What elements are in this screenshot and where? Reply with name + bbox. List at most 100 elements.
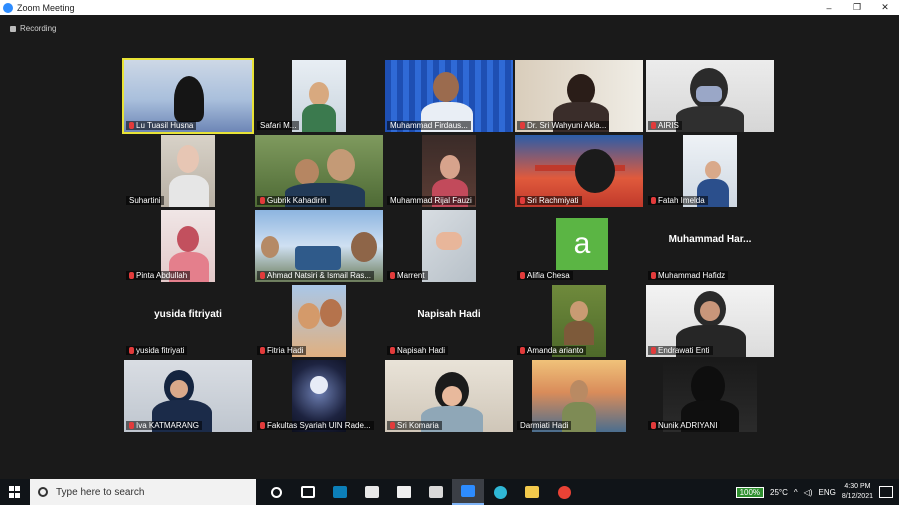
camera-button[interactable] (420, 479, 452, 505)
participant-name: Alifia Chesa (517, 271, 573, 280)
recording-bar: Recording (0, 15, 899, 43)
participant-tile[interactable]: a Alifia Chesa (515, 210, 643, 282)
taskbar-apps (260, 479, 580, 505)
mail-icon (365, 486, 379, 498)
volume-icon[interactable]: ◁) (804, 488, 813, 497)
participant-name: Ahmad Natsiri & Ismail Ras... (257, 271, 375, 280)
search-placeholder: Type here to search (56, 486, 145, 498)
participant-name: Fitria Hadi (257, 346, 307, 355)
participant-tile[interactable]: Muhammad Rijal Fauzi (385, 135, 513, 207)
recording-label: Recording (20, 24, 57, 33)
clock-time: 4:30 PM (844, 483, 871, 490)
participant-tile[interactable]: Lu Tuasil Husna (122, 58, 254, 134)
participant-name: Sri Komaria (387, 421, 442, 430)
participant-tile[interactable]: Fatah Imelda (646, 135, 774, 207)
participant-tile[interactable]: Gubrik Kahadirin (255, 135, 383, 207)
mic-muted-icon (651, 272, 656, 279)
weather-temp[interactable]: 25°C (770, 488, 788, 497)
minimize-button[interactable]: – (815, 0, 843, 15)
participant-display-name: Napisah Hadi (417, 309, 481, 320)
video-feed (422, 210, 476, 282)
battery-indicator[interactable]: 100% (735, 486, 765, 498)
participant-tile[interactable]: Napisah Hadi Napisah Hadi (385, 285, 513, 357)
cortana-icon (270, 486, 282, 498)
chevron-up-icon[interactable]: ^ (794, 488, 798, 497)
participant-tile[interactable]: Pinta Abdullah (124, 210, 252, 282)
start-button[interactable] (0, 479, 30, 505)
store-button[interactable] (388, 479, 420, 505)
mic-muted-icon (651, 197, 656, 204)
mic-muted-icon (260, 347, 265, 354)
chrome-button[interactable] (548, 479, 580, 505)
participant-tile[interactable]: Iva KATMARANG (124, 360, 252, 432)
task-view-button[interactable] (292, 479, 324, 505)
language-indicator[interactable]: ENG (819, 488, 836, 497)
video-feed (292, 60, 346, 132)
participant-tile[interactable]: Darmiati Hadi (515, 360, 643, 432)
participant-name: Nunik ADRIYANI (648, 421, 721, 430)
video-feed (161, 135, 215, 207)
mic-muted-icon (520, 122, 525, 129)
app-l-icon (333, 486, 347, 498)
participant-tile[interactable]: yusida fitriyati yusida fitriyati (124, 285, 252, 357)
mic-muted-icon (260, 272, 265, 279)
edge-button[interactable] (484, 479, 516, 505)
notification-icon[interactable] (879, 486, 893, 498)
participant-tile[interactable]: Amanda arianto (515, 285, 643, 357)
mic-muted-icon (129, 347, 134, 354)
recording-indicator[interactable]: Recording (10, 24, 56, 33)
close-button[interactable]: ✕ (871, 0, 899, 15)
mic-muted-icon (390, 347, 395, 354)
participant-name: Muhammad Rijal Fauzi (387, 196, 475, 205)
recording-icon (10, 25, 16, 32)
zoom-app-button[interactable] (452, 479, 484, 505)
mic-muted-icon (129, 122, 134, 129)
participant-tile[interactable]: Sri Rachmiyati (515, 135, 643, 207)
participant-name: Fakultas Syariah UIN Rade... (257, 421, 374, 430)
participant-tile[interactable]: Fakultas Syariah UIN Rade... (255, 360, 383, 432)
participant-name: yusida fitriyati (126, 346, 188, 355)
edge-icon (493, 485, 507, 499)
store-icon (397, 486, 411, 498)
participant-name: Fatah Imelda (648, 196, 708, 205)
mic-muted-icon (520, 272, 525, 279)
participant-tile[interactable]: Sri Komaria (385, 360, 513, 432)
participant-name: Iva KATMARANG (126, 421, 202, 430)
participant-display-name: yusida fitriyati (154, 309, 222, 320)
participant-name: Muhammad Hafidz (648, 271, 729, 280)
mic-muted-icon (129, 422, 134, 429)
participant-name: Pinta Abdullah (126, 271, 191, 280)
windows-logo-icon (9, 486, 21, 498)
participant-tile[interactable]: Muhammad Firdaus... (385, 60, 513, 132)
participant-tile[interactable]: Muhammad Har... Muhammad Hafidz (646, 210, 774, 282)
system-tray: 100% 25°C ^ ◁) ENG 4:30 PM 8/12/2021 (735, 479, 899, 505)
mic-muted-icon (260, 422, 265, 429)
participant-tile[interactable]: AIRIS (646, 60, 774, 132)
gallery-view: Lu Tuasil Husna Safari M... Muhammad Fir… (0, 43, 899, 479)
participant-name: Safari M... (257, 121, 300, 130)
participant-tile[interactable]: Marrent (385, 210, 513, 282)
participant-tile[interactable]: Ahmad Natsiri & Ismail Ras... (255, 210, 383, 282)
mail-button[interactable] (356, 479, 388, 505)
window-titlebar: Zoom Meeting – ❐ ✕ (0, 0, 899, 15)
participant-tile[interactable]: Suhartini (124, 135, 252, 207)
participant-tile[interactable]: Dr. Sri Wahyuni Akla... (515, 60, 643, 132)
file-explorer-button[interactable] (516, 479, 548, 505)
folder-icon (525, 486, 539, 498)
participant-tile[interactable]: Fitria Hadi (255, 285, 383, 357)
participant-name: Darmiati Hadi (517, 421, 572, 430)
app-l-button[interactable] (324, 479, 356, 505)
clock[interactable]: 4:30 PM 8/12/2021 (842, 482, 873, 502)
mic-muted-icon (520, 347, 525, 354)
participant-tile[interactable]: Nunik ADRIYANI (646, 360, 774, 432)
mic-muted-icon (129, 272, 134, 279)
participant-name: Endrawati Enti (648, 346, 713, 355)
mic-muted-icon (651, 422, 656, 429)
cortana-button[interactable] (260, 479, 292, 505)
maximize-button[interactable]: ❐ (843, 0, 871, 15)
participant-name: Lu Tuasil Husna (126, 121, 197, 130)
taskbar-search[interactable]: Type here to search (30, 479, 256, 505)
participant-tile[interactable]: Endrawati Enti (646, 285, 774, 357)
zoom-video-icon (461, 485, 475, 497)
participant-tile[interactable]: Safari M... (255, 60, 383, 132)
